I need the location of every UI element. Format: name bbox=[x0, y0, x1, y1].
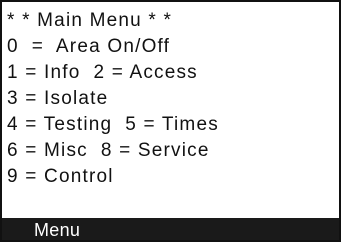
menu-title: * * Main Menu * * bbox=[7, 10, 173, 31]
menu-option-misc-service[interactable]: 6 = Misc 8 = Service bbox=[7, 138, 335, 164]
softkey-bar: Menu bbox=[2, 218, 339, 240]
menu-option-testing-times[interactable]: 4 = Testing 5 = Times bbox=[7, 112, 335, 138]
lcd-screen: * * Main Menu * * 0 = Area On/Off 1 = In… bbox=[0, 0, 341, 242]
menu-option-isolate[interactable]: 3 = Isolate bbox=[7, 86, 335, 112]
main-menu: * * Main Menu * * 0 = Area On/Off 1 = In… bbox=[7, 8, 335, 190]
menu-option-control[interactable]: 9 = Control bbox=[7, 164, 335, 190]
menu-option-info-access[interactable]: 1 = Info 2 = Access bbox=[7, 60, 335, 86]
menu-softkey[interactable]: Menu bbox=[34, 218, 80, 240]
menu-option-area-on-off[interactable]: 0 = Area On/Off bbox=[7, 34, 335, 60]
